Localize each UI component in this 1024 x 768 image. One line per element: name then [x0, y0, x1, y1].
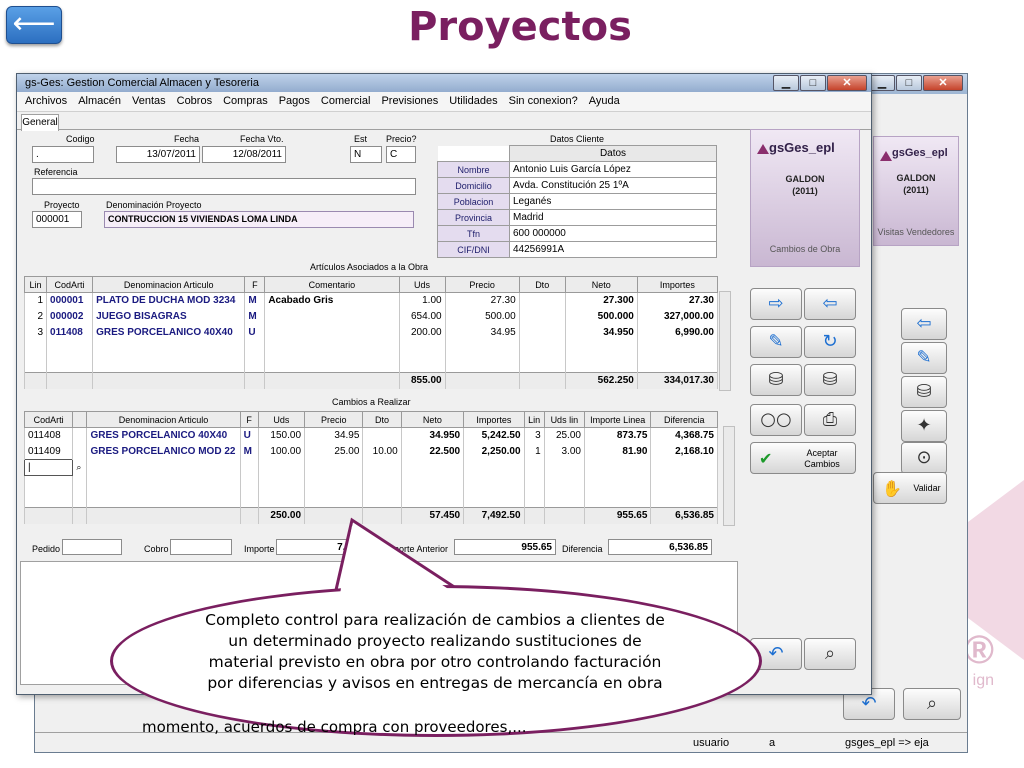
- callout-tail-fill: [340, 526, 456, 594]
- callout-ghost-text: momento, acuerdos de compra con proveedo…: [142, 718, 527, 736]
- callout-text: Completo control para realización de cam…: [205, 611, 665, 692]
